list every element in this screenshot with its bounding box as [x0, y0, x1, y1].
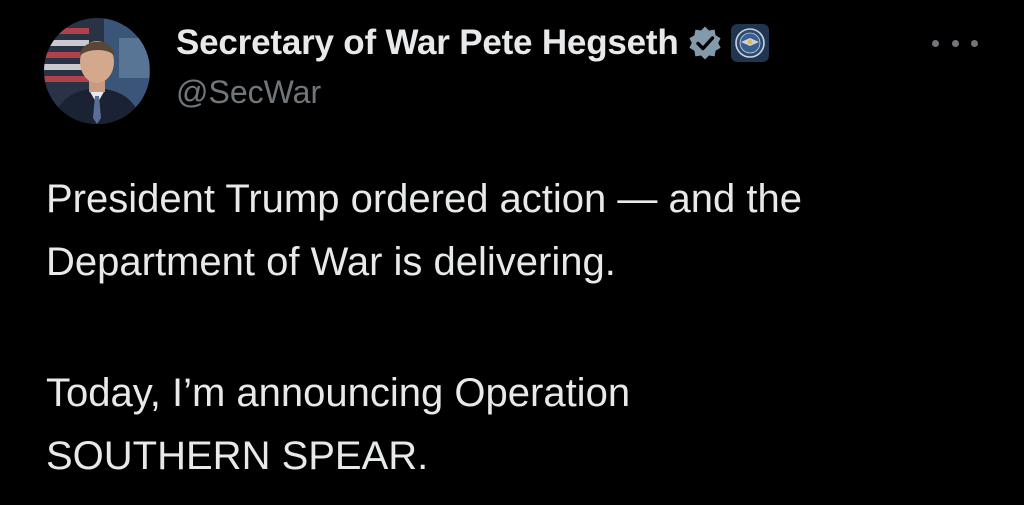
- more-dot: [932, 39, 939, 47]
- tweet-card: Secretary of War Pete Hegseth @SecWar Pr…: [0, 0, 1024, 505]
- avatar[interactable]: [44, 18, 150, 124]
- display-name[interactable]: Secretary of War Pete Hegseth: [176, 23, 679, 63]
- department-seal-icon[interactable]: [730, 24, 769, 62]
- tweet-text-line: Department of War is delivering.: [46, 240, 616, 284]
- author-handle[interactable]: @SecWar: [176, 74, 321, 111]
- more-dot: [951, 39, 959, 47]
- author-name-row: Secretary of War Pete Hegseth: [176, 20, 769, 66]
- tweet-text-line: SOUTHERN SPEAR.: [46, 434, 429, 478]
- verified-badge-icon[interactable]: [687, 25, 723, 61]
- more-options-icon[interactable]: [932, 28, 978, 58]
- more-dot: [971, 39, 978, 47]
- tweet-text-line: President Trump ordered action — and the: [46, 177, 802, 221]
- profile-photo-icon: [44, 18, 150, 124]
- tweet-text-line: Today, I’m announcing Operation: [46, 371, 631, 415]
